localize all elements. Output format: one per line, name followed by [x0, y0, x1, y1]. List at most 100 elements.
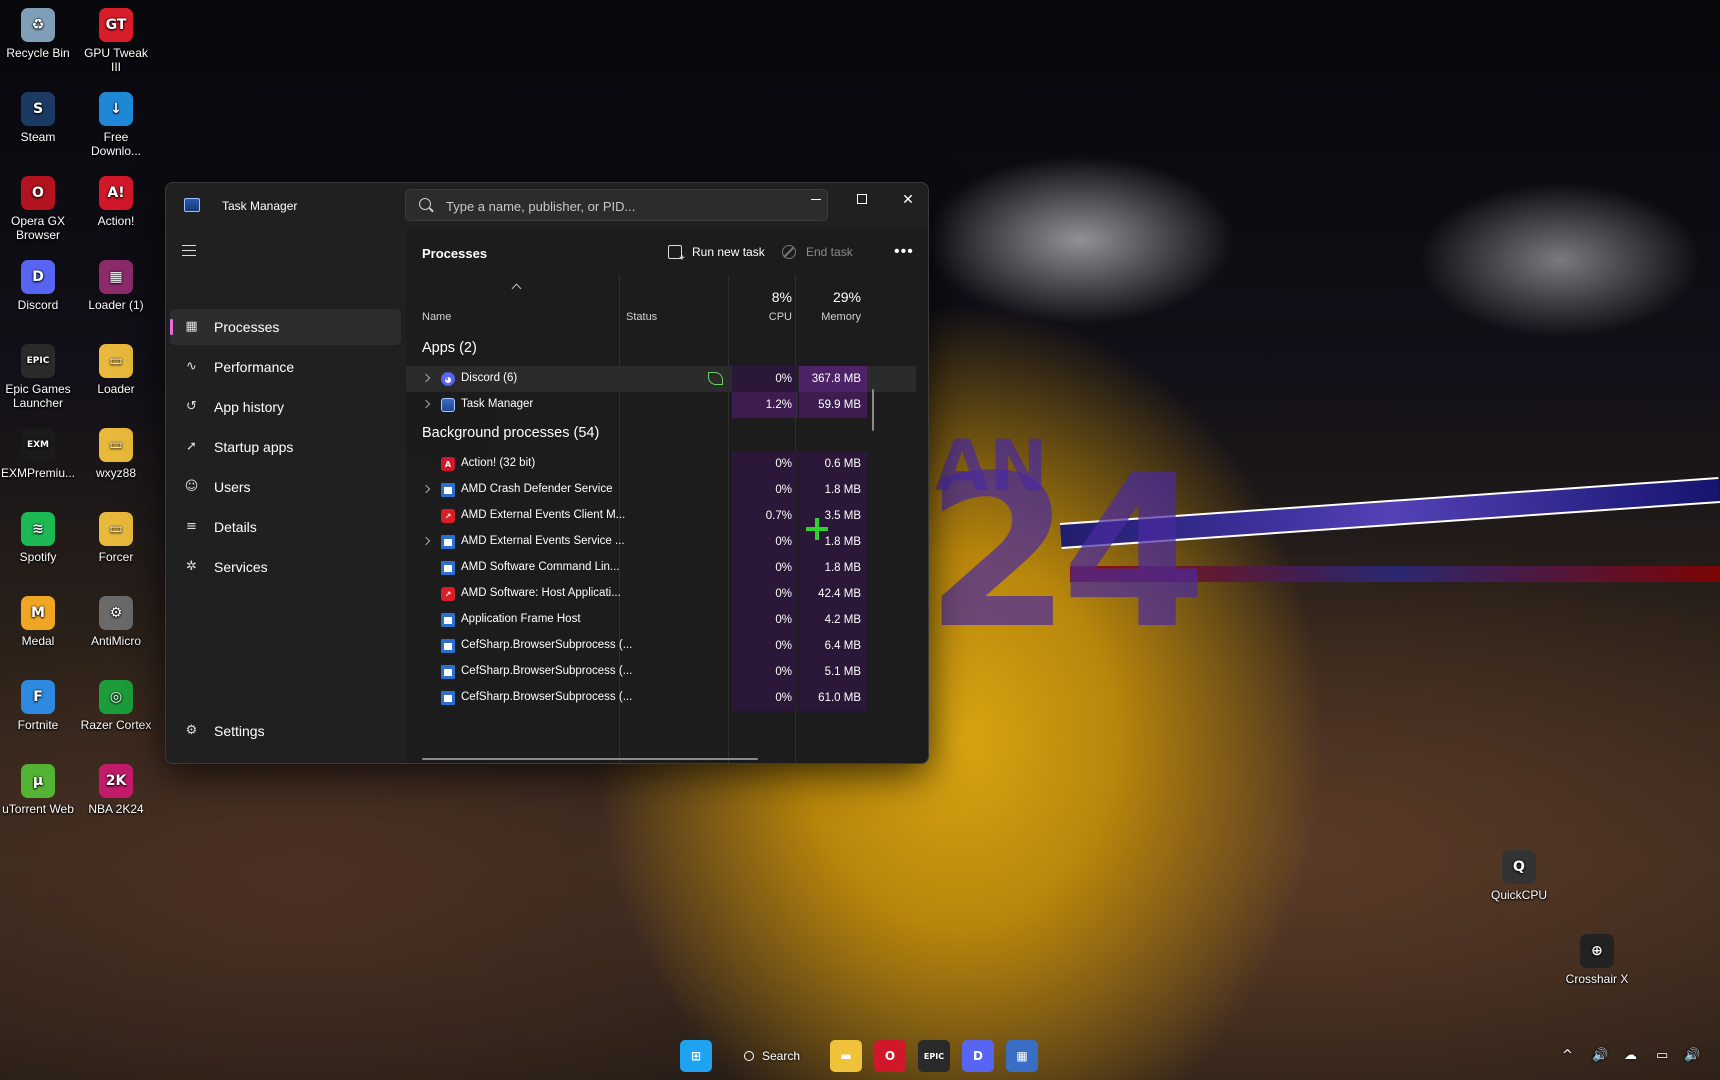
opera-gx-icon[interactable]: O — [874, 1040, 906, 1072]
discord-icon[interactable]: D — [962, 1040, 994, 1072]
desktop-shortcut[interactable]: O Opera GX Browser — [0, 176, 76, 242]
chevron-up-icon[interactable]: ^ — [1562, 1048, 1573, 1063]
task-manager-icon[interactable]: ▦ — [1006, 1040, 1038, 1072]
process-row[interactable]: Application Frame Host 0% 4.2 MB — [406, 607, 916, 633]
sidebar-item-users[interactable]: ☺ Users — [170, 469, 401, 505]
memory-cell: 5.1 MB — [799, 659, 867, 685]
desktop-shortcut[interactable]: GT GPU Tweak III — [78, 8, 154, 74]
process-row[interactable]: CefSharp.BrowserSubprocess (... 0% 61.0 MB — [406, 685, 916, 711]
process-row[interactable]: ↗ AMD Software: Host Applicati... 0% 42.4 M… — [406, 581, 916, 607]
desktop-shortcut[interactable]: EXM EXMPremiu... — [0, 428, 76, 480]
desktop-shortcut[interactable]: ◎ Razer Cortex — [78, 680, 154, 732]
process-row[interactable]: ◕ Discord (6) 0% 367.8 MB — [406, 366, 916, 392]
horizontal-scrollbar[interactable] — [422, 758, 758, 760]
process-row[interactable]: AMD Software Command Lin... 0% 1.8 MB — [406, 555, 916, 581]
desktop-shortcut[interactable]: ⚙ AntiMicro — [78, 596, 154, 648]
onedrive-icon[interactable]: ☁ — [1624, 1048, 1637, 1063]
process-name: CefSharp.BrowserSubprocess (... — [461, 639, 633, 651]
desktop-shortcut[interactable]: ⊕ Crosshair X — [1559, 934, 1635, 986]
volume-icon[interactable]: 🔊 — [1592, 1048, 1608, 1063]
desktop-shortcut[interactable]: D Discord — [0, 260, 76, 312]
minimize-button[interactable] — [793, 183, 839, 215]
search-box[interactable] — [405, 189, 828, 221]
hamburger-menu-icon[interactable] — [182, 245, 196, 256]
desktop-shortcut-label: Loader — [97, 382, 135, 396]
epic-games-icon[interactable]: EPIC — [918, 1040, 950, 1072]
chevron-right-icon[interactable] — [421, 536, 431, 546]
desktop-shortcut[interactable]: µ uTorrent Web — [0, 764, 76, 816]
desktop-shortcut-label: QuickCPU — [1490, 888, 1547, 902]
maximize-button[interactable] — [839, 183, 885, 215]
discord-process-icon: ◕ — [441, 372, 455, 386]
desktop-shortcut[interactable]: ≋ Spotify — [0, 512, 76, 564]
process-row[interactable]: AMD External Events Service ... 0% 1.8 MB — [406, 529, 916, 555]
chevron-right-icon[interactable] — [421, 399, 431, 409]
column-header-cpu[interactable]: CPU — [732, 311, 792, 323]
amd-process-icon: ↗ — [441, 587, 455, 601]
end-task-label: End task — [806, 245, 853, 259]
process-row[interactable]: A Action! (32 bit) 0% 0.6 MB — [406, 451, 916, 477]
sidebar-item-details[interactable]: ≡ Details — [170, 509, 401, 545]
vertical-scrollbar[interactable] — [872, 389, 874, 431]
desktop-shortcut[interactable]: 2K NBA 2K24 — [78, 764, 154, 816]
cpu-cell: 0% — [732, 581, 798, 607]
sidebar-item-settings[interactable]: ⚙ Settings — [170, 713, 401, 749]
run-new-task-button[interactable]: Run new task — [668, 241, 765, 264]
folder-icon: ▭ — [99, 344, 133, 378]
users-icon: ☺ — [184, 479, 199, 494]
desktop-shortcut[interactable]: ↓ Free Downlo... — [78, 92, 154, 158]
gpu-tweak-icon: GT — [99, 8, 133, 42]
desktop-shortcut[interactable]: A! Action! — [78, 176, 154, 228]
memory-total-percent[interactable]: 29% — [799, 289, 861, 305]
desktop-shortcut[interactable]: ▭ Loader — [78, 344, 154, 396]
close-button[interactable]: ✕ — [885, 183, 928, 215]
sidebar-item-performance[interactable]: ∿ Performance — [170, 349, 401, 385]
speaker-icon[interactable]: 🔊 — [1684, 1048, 1700, 1063]
desktop-shortcut-label: Opera GX Browser — [10, 214, 66, 242]
process-row[interactable]: AMD Crash Defender Service 0% 1.8 MB — [406, 477, 916, 503]
desktop-shortcut[interactable]: M Medal — [0, 596, 76, 648]
action-icon: A! — [99, 176, 133, 210]
process-row[interactable]: CefSharp.BrowserSubprocess (... 0% 6.4 MB — [406, 633, 916, 659]
more-options-button[interactable]: ••• — [894, 241, 914, 263]
column-header-status[interactable]: Status — [626, 311, 657, 323]
process-row[interactable]: Task Manager 1.2% 59.9 MB — [406, 392, 916, 418]
services-icon: ✲ — [186, 559, 197, 574]
desktop-shortcut[interactable]: F Fortnite — [0, 680, 76, 732]
desktop-shortcut[interactable]: ▭ wxyz88 — [78, 428, 154, 480]
memory-cell: 6.4 MB — [799, 633, 867, 659]
file-explorer-icon[interactable]: ▬ — [830, 1040, 862, 1072]
desktop-shortcut[interactable]: S Steam — [0, 92, 76, 144]
sidebar-item-processes[interactable]: ▦ Processes — [170, 309, 401, 345]
antimicro-icon: ⚙ — [99, 596, 133, 630]
process-row[interactable]: CefSharp.BrowserSubprocess (... 0% 5.1 MB — [406, 659, 916, 685]
cpu-total-percent[interactable]: 8% — [732, 289, 792, 305]
column-header-name[interactable]: Name — [422, 311, 451, 323]
sidebar-item-startup-apps[interactable]: ➚ Startup apps — [170, 429, 401, 465]
desktop-shortcut[interactable]: EPIC Epic Games Launcher — [0, 344, 76, 410]
desktop-shortcut[interactable]: ▭ Forcer — [78, 512, 154, 564]
memory-cell: 59.9 MB — [799, 392, 867, 418]
tm-process-icon — [441, 398, 455, 412]
desktop-shortcut-label: wxyz88 — [95, 466, 136, 480]
desktop-shortcut[interactable]: ▦ Loader (1) — [78, 260, 154, 312]
title-bar[interactable]: Task Manager ✕ — [166, 183, 928, 229]
column-header-memory[interactable]: Memory — [799, 311, 861, 323]
memory-cell: 1.8 MB — [799, 477, 867, 503]
desktop-shortcut[interactable]: Q QuickCPU — [1481, 850, 1557, 902]
end-task-button[interactable]: End task — [782, 241, 853, 263]
sidebar-item-app-history[interactable]: ↺ App history — [170, 389, 401, 425]
search-input[interactable] — [446, 195, 816, 217]
taskbar-search-button[interactable]: Search — [734, 1042, 814, 1070]
chevron-right-icon[interactable] — [421, 484, 431, 494]
network-icon[interactable]: ▭ — [1656, 1048, 1668, 1063]
process-name: Discord (6) — [461, 372, 518, 384]
windows-start-icon[interactable]: ⊞ — [680, 1040, 712, 1072]
process-row[interactable]: ↗ AMD External Events Client M... 0.7% 3.5 … — [406, 503, 916, 529]
sort-ascending-icon[interactable] — [511, 283, 522, 294]
sidebar-item-label: Users — [214, 479, 251, 495]
sidebar-item-services[interactable]: ✲ Services — [170, 549, 401, 585]
startup-apps-icon: ➚ — [186, 439, 197, 454]
desktop-shortcut[interactable]: ♻ Recycle Bin — [0, 8, 76, 60]
chevron-right-icon[interactable] — [421, 373, 431, 383]
